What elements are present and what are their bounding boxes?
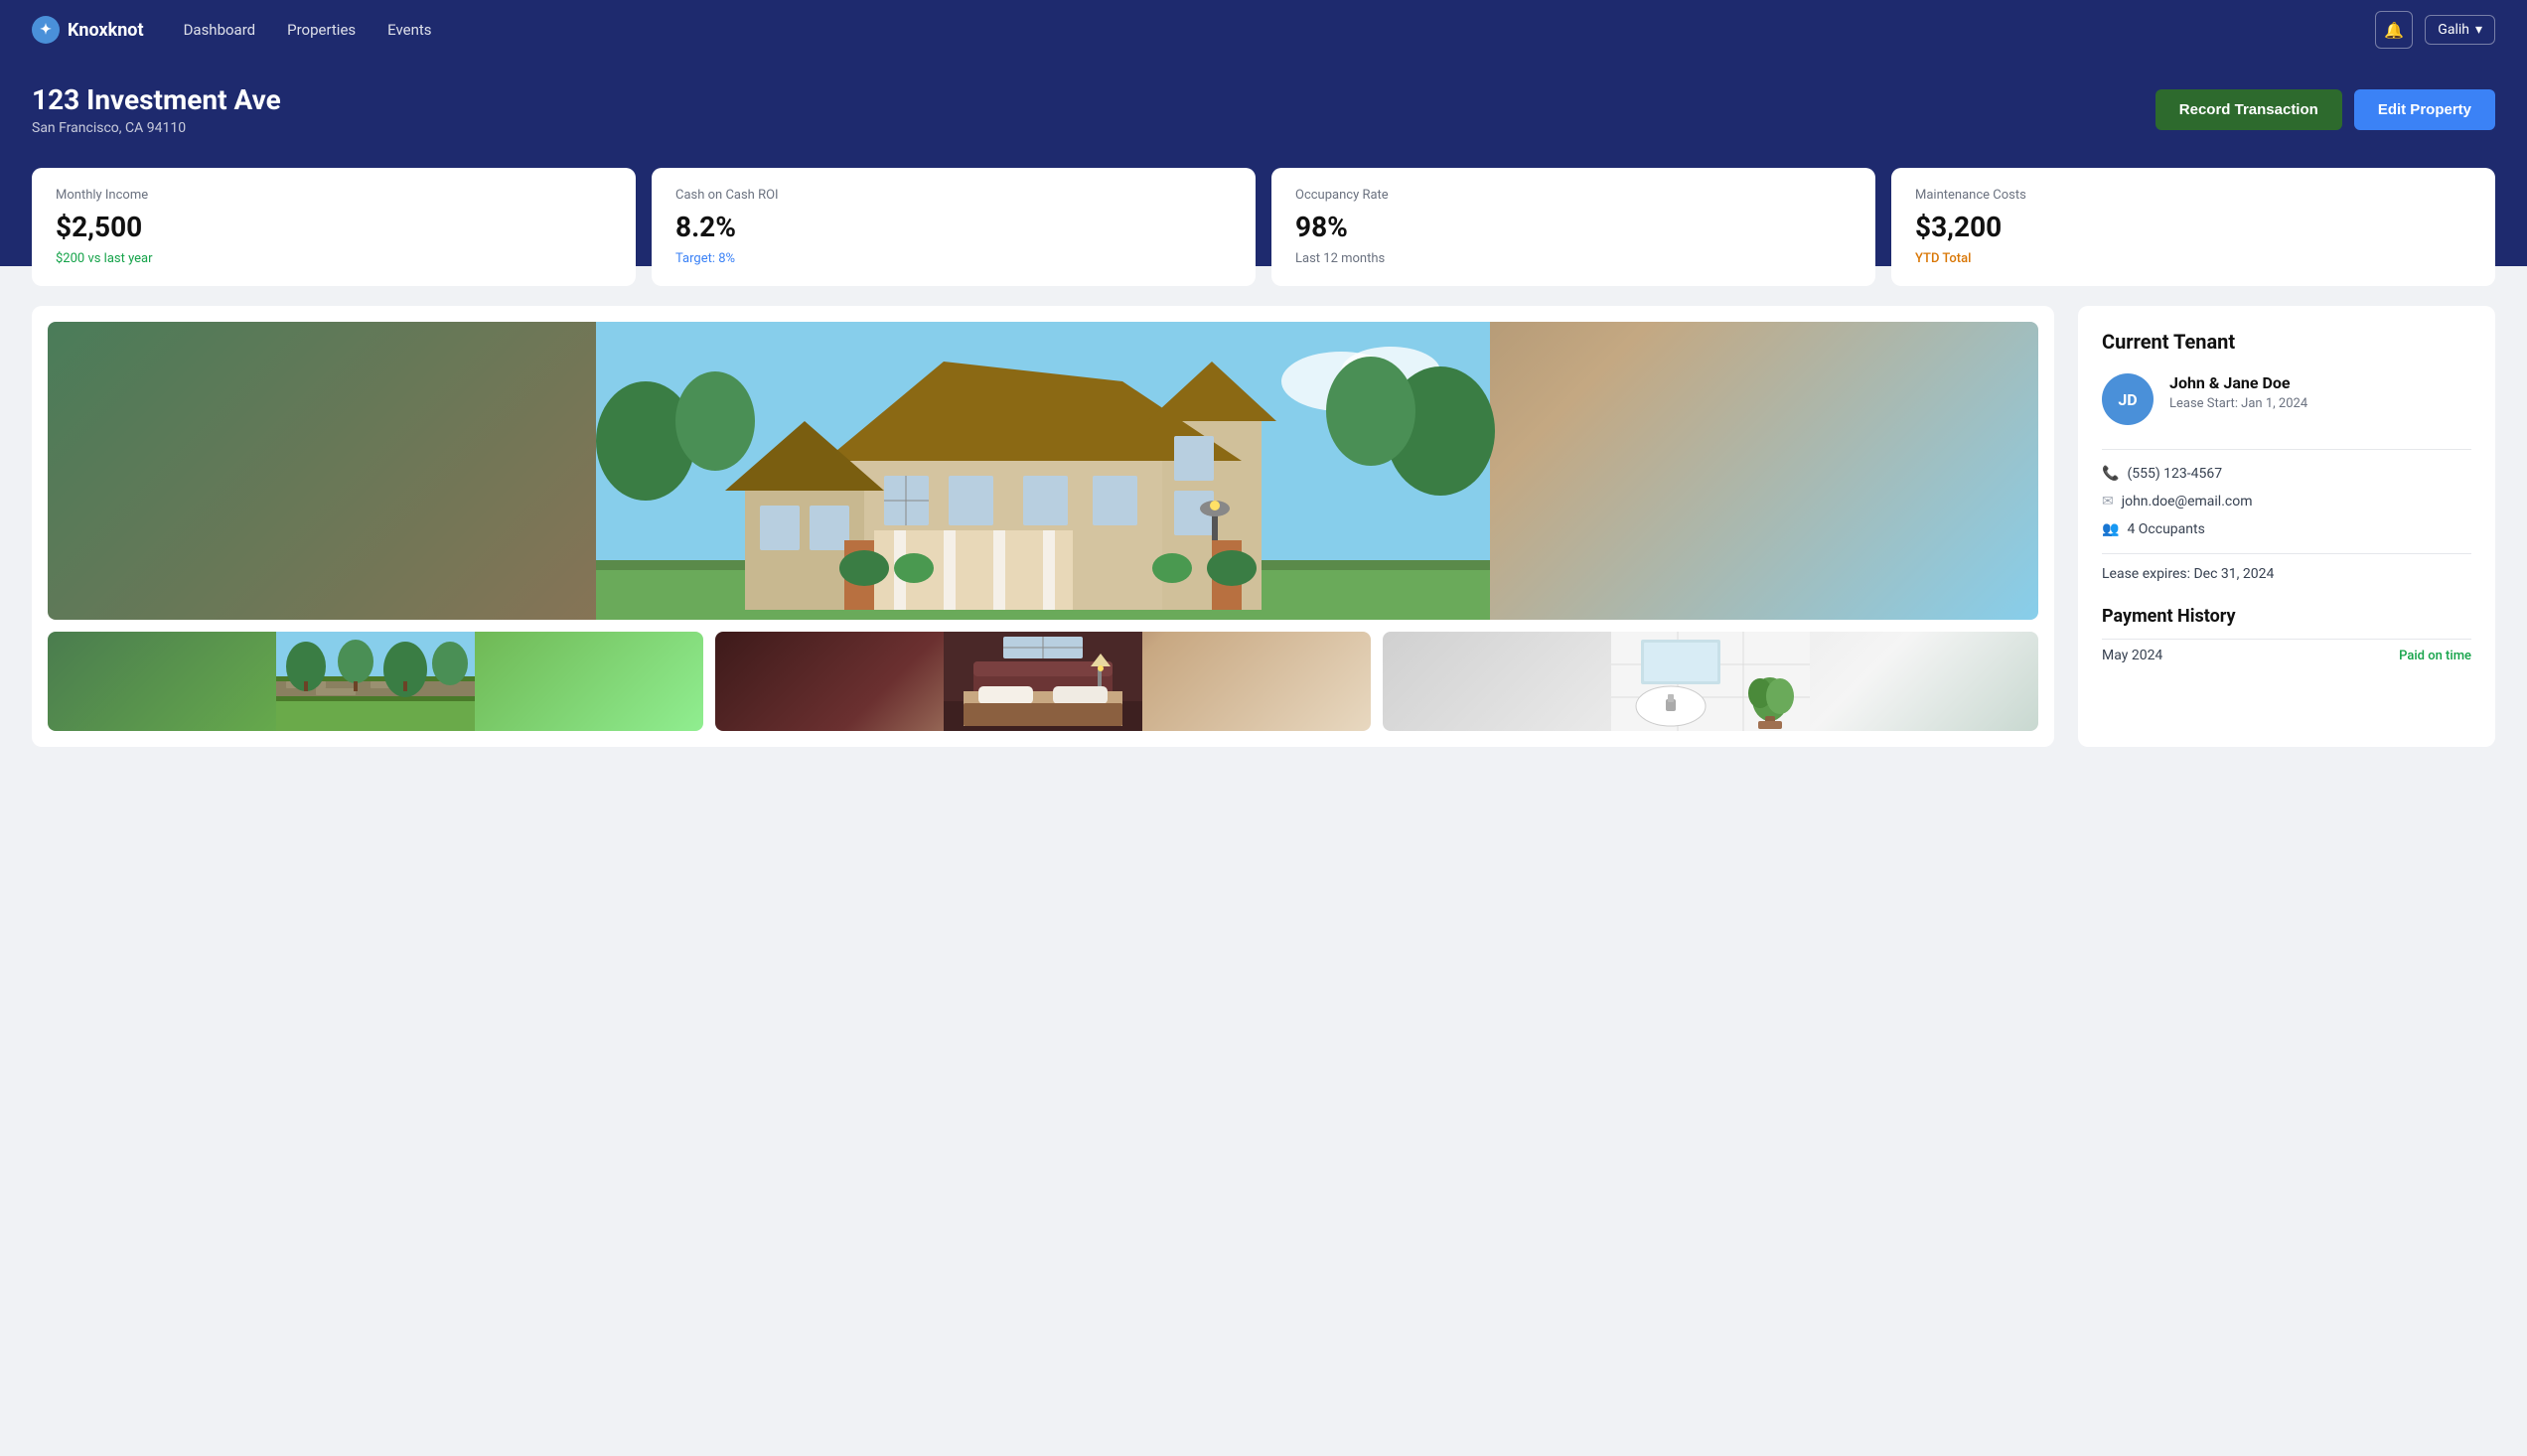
metric-card-monthly-income: Monthly Income $2,500 $200 vs last year <box>32 168 636 286</box>
metric-sub-1: Target: 8% <box>675 251 1232 266</box>
nav-properties[interactable]: Properties <box>287 21 356 39</box>
tenant-avatar: JD <box>2102 373 2154 425</box>
thumb-bathroom[interactable] <box>1383 632 2038 731</box>
tenant-section-title: Current Tenant <box>2102 330 2471 354</box>
tenant-lease-start: Lease Start: Jan 1, 2024 <box>2169 396 2307 411</box>
main-content: Current Tenant JD John & Jane Doe Lease … <box>0 266 2527 779</box>
tenant-name-block: John & Jane Doe Lease Start: Jan 1, 2024 <box>2169 373 2307 411</box>
tenant-name: John & Jane Doe <box>2169 373 2307 392</box>
thumb-bedroom[interactable] <box>715 632 1371 731</box>
tenant-lease-expires: Lease expires: Dec 31, 2024 <box>2102 553 2471 582</box>
email-icon: ✉ <box>2102 494 2114 510</box>
record-transaction-button[interactable]: Record Transaction <box>2155 89 2342 130</box>
metric-value-3: $3,200 <box>1915 211 2471 243</box>
metric-sub-2: Last 12 months <box>1295 251 1852 266</box>
nav-right: 🔔 Galih ▾ <box>2375 11 2495 49</box>
metric-value-2: 98% <box>1295 211 1852 243</box>
tenant-phone: 📞 (555) 123-4567 <box>2102 466 2471 482</box>
metric-label-3: Maintenance Costs <box>1915 188 2471 203</box>
metric-label-0: Monthly Income <box>56 188 612 203</box>
chevron-down-icon: ▾ <box>2475 22 2482 38</box>
metric-card-occupancy: Occupancy Rate 98% Last 12 months <box>1271 168 1875 286</box>
brand-name: Knoxknot <box>68 20 144 41</box>
metric-sub-3: YTD Total <box>1915 251 2471 266</box>
nav-events[interactable]: Events <box>387 21 431 39</box>
payment-row-may2024: May 2024 Paid on time <box>2102 639 2471 671</box>
user-menu[interactable]: Galih ▾ <box>2425 15 2495 45</box>
hero-banner: 123 Investment Ave San Francisco, CA 941… <box>0 60 2527 168</box>
metric-value-1: 8.2% <box>675 211 1232 243</box>
property-images-panel <box>32 306 2054 747</box>
brand: ✦ Knoxknot <box>32 16 144 44</box>
tenant-email: ✉ john.doe@email.com <box>2102 494 2471 510</box>
navbar: ✦ Knoxknot Dashboard Properties Events 🔔… <box>0 0 2527 60</box>
people-icon: 👥 <box>2102 521 2119 537</box>
house-illustration <box>48 322 2038 620</box>
bell-icon: 🔔 <box>2384 21 2404 40</box>
tenant-details: 📞 (555) 123-4567 ✉ john.doe@email.com 👥 … <box>2102 449 2471 582</box>
metrics-row: Monthly Income $2,500 $200 vs last year … <box>0 168 2527 266</box>
phone-icon: 📞 <box>2102 466 2119 482</box>
metric-card-maintenance: Maintenance Costs $3,200 YTD Total <box>1891 168 2495 286</box>
tenant-panel: Current Tenant JD John & Jane Doe Lease … <box>2078 306 2495 747</box>
main-property-image <box>48 322 2038 620</box>
metric-label-1: Cash on Cash ROI <box>675 188 1232 203</box>
tenant-occupants: 👥 4 Occupants <box>2102 521 2471 537</box>
thumbnail-row <box>48 632 2038 731</box>
user-name: Galih <box>2438 22 2469 38</box>
nav-links: Dashboard Properties Events <box>184 21 2336 39</box>
tenant-avatar-initials: JD <box>2118 390 2137 409</box>
metric-sub-0: $200 vs last year <box>56 251 612 266</box>
notification-bell[interactable]: 🔔 <box>2375 11 2413 49</box>
logo-icon: ✦ <box>32 16 60 44</box>
property-address: San Francisco, CA 94110 <box>32 120 281 136</box>
metric-value-0: $2,500 <box>56 211 612 243</box>
payment-month: May 2024 <box>2102 648 2162 663</box>
tenant-info-block: JD John & Jane Doe Lease Start: Jan 1, 2… <box>2102 373 2471 425</box>
thumb-garden[interactable] <box>48 632 703 731</box>
edit-property-button[interactable]: Edit Property <box>2354 89 2495 130</box>
metric-card-cash-roi: Cash on Cash ROI 8.2% Target: 8% <box>652 168 1256 286</box>
payment-history-section: Payment History May 2024 Paid on time <box>2102 606 2471 671</box>
hero-buttons: Record Transaction Edit Property <box>2155 89 2495 130</box>
nav-dashboard[interactable]: Dashboard <box>184 21 256 39</box>
property-title-block: 123 Investment Ave San Francisco, CA 941… <box>32 83 281 136</box>
metric-label-2: Occupancy Rate <box>1295 188 1852 203</box>
payment-status: Paid on time <box>2399 649 2471 663</box>
payment-history-title: Payment History <box>2102 606 2471 627</box>
property-title: 123 Investment Ave <box>32 83 281 116</box>
